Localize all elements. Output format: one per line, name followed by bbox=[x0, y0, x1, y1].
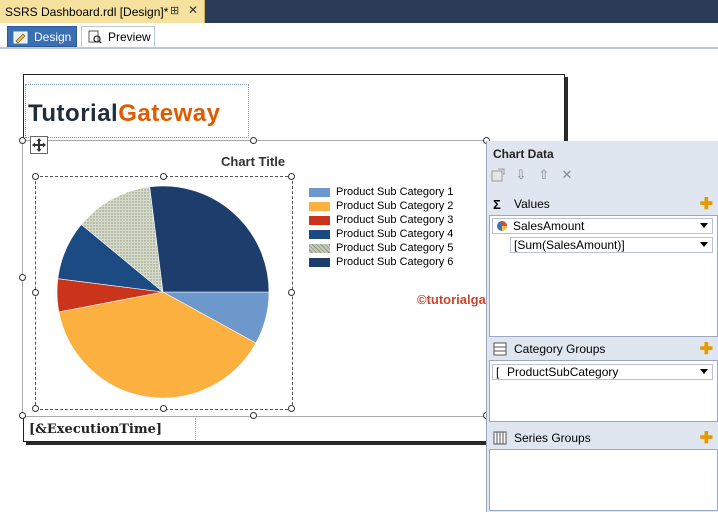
legend-swatch bbox=[309, 202, 330, 211]
legend-item[interactable]: Product Sub Category 5 bbox=[309, 241, 453, 255]
category-groups-label: Category Groups bbox=[514, 342, 606, 356]
category-groups-list: [ ProductSubCategory bbox=[489, 360, 718, 422]
tab-design-label: Design bbox=[34, 30, 72, 44]
chart-data-pane: Chart Data ⇩ ⇧ ✕ Σ Values ✚ SalesAmount … bbox=[486, 141, 718, 512]
series-groups-label: Series Groups bbox=[514, 431, 591, 445]
category-groups-header[interactable]: Category Groups ✚ bbox=[487, 338, 718, 360]
legend-label: Product Sub Category 1 bbox=[336, 186, 454, 198]
legend-swatch bbox=[309, 244, 330, 253]
values-field-text: SalesAmount bbox=[513, 219, 585, 233]
legend-item[interactable]: Product Sub Category 3 bbox=[309, 213, 453, 227]
chart-legend[interactable]: Product Sub Category 1 Product Sub Catego… bbox=[309, 185, 453, 269]
values-list: SalesAmount [Sum(SalesAmount)] bbox=[489, 215, 718, 337]
category-groups-icon bbox=[493, 342, 507, 356]
logo-text-gateway: Gateway bbox=[118, 100, 221, 127]
legend-label: Product Sub Category 5 bbox=[336, 242, 454, 254]
logo-text-tutorial: Tutorial bbox=[28, 100, 119, 127]
close-icon[interactable]: ✕ bbox=[188, 3, 198, 17]
move-down-icon[interactable]: ⇩ bbox=[514, 168, 528, 182]
tab-design[interactable]: Design bbox=[7, 26, 77, 47]
delete-icon[interactable]: ✕ bbox=[560, 168, 574, 182]
logo: TutorialGateway bbox=[28, 100, 220, 128]
plot-resize-handle[interactable] bbox=[288, 173, 295, 180]
category-group-dropdown[interactable]: [ ProductSubCategory bbox=[492, 364, 713, 380]
legend-label: Product Sub Category 6 bbox=[336, 256, 454, 268]
legend-label: Product Sub Category 2 bbox=[336, 200, 454, 212]
legend-swatch bbox=[309, 258, 330, 267]
pie-chart[interactable] bbox=[48, 180, 278, 410]
preview-icon bbox=[88, 30, 102, 44]
chart-resize-handle[interactable] bbox=[250, 137, 257, 144]
values-expression-text: [Sum(SalesAmount)] bbox=[514, 238, 625, 252]
legend-label: Product Sub Category 3 bbox=[336, 214, 454, 226]
plot-resize-handle[interactable] bbox=[32, 173, 39, 180]
document-tab[interactable]: SSRS Dashboard.rdl [Design]* ⊞ ✕ bbox=[0, 0, 205, 23]
document-tab-title: SSRS Dashboard.rdl [Design]* bbox=[5, 5, 169, 19]
chart-resize-handle[interactable] bbox=[19, 137, 26, 144]
legend-item[interactable]: Product Sub Category 2 bbox=[309, 199, 453, 213]
pie-series-icon bbox=[497, 221, 507, 231]
chart-data-toolbar: ⇩ ⇧ ✕ bbox=[487, 163, 718, 185]
legend-swatch bbox=[309, 188, 330, 197]
series-groups-icon bbox=[493, 431, 507, 445]
chevron-down-icon[interactable] bbox=[700, 242, 708, 247]
move-icon[interactable] bbox=[30, 136, 48, 154]
legend-swatch bbox=[309, 230, 330, 239]
add-category-group-icon[interactable]: ✚ bbox=[700, 339, 713, 359]
execution-time-field[interactable]: [&ExecutionTime] bbox=[29, 422, 162, 437]
add-series-group-icon[interactable]: ✚ bbox=[700, 428, 713, 448]
plot-resize-handle[interactable] bbox=[160, 173, 167, 180]
plot-resize-handle[interactable] bbox=[32, 289, 39, 296]
bracket-icon: [ bbox=[496, 365, 500, 379]
legend-item[interactable]: Product Sub Category 4 bbox=[309, 227, 453, 241]
plot-resize-handle[interactable] bbox=[288, 289, 295, 296]
legend-swatch bbox=[309, 216, 330, 225]
chart-title[interactable]: Chart Title bbox=[221, 154, 285, 169]
legend-label: Product Sub Category 4 bbox=[336, 228, 454, 240]
pie-slice[interactable] bbox=[149, 185, 270, 293]
chart-resize-handle[interactable] bbox=[250, 412, 257, 419]
pin-icon[interactable]: ⊞ bbox=[170, 4, 179, 17]
properties-icon[interactable] bbox=[491, 168, 505, 182]
series-groups-list bbox=[489, 449, 718, 511]
document-tab-strip: SSRS Dashboard.rdl [Design]* ⊞ ✕ bbox=[0, 0, 718, 23]
chart-data-pane-title: Chart Data bbox=[493, 147, 554, 161]
plot-resize-handle[interactable] bbox=[288, 405, 295, 412]
legend-item[interactable]: Product Sub Category 6 bbox=[309, 255, 453, 269]
chevron-down-icon[interactable] bbox=[700, 223, 708, 228]
add-value-icon[interactable]: ✚ bbox=[700, 194, 713, 214]
values-label: Values bbox=[514, 197, 550, 211]
design-icon bbox=[13, 31, 28, 44]
values-section-header[interactable]: Σ Values ✚ bbox=[487, 193, 718, 215]
values-field-dropdown[interactable]: SalesAmount bbox=[492, 218, 713, 234]
sigma-icon: Σ bbox=[493, 197, 501, 212]
tab-preview-label: Preview bbox=[108, 30, 151, 44]
move-up-icon[interactable]: ⇧ bbox=[537, 168, 551, 182]
values-expression-dropdown[interactable]: [Sum(SalesAmount)] bbox=[510, 237, 713, 253]
legend-item[interactable]: Product Sub Category 1 bbox=[309, 185, 453, 199]
category-group-text: ProductSubCategory bbox=[507, 365, 619, 379]
tab-preview[interactable]: Preview bbox=[81, 26, 155, 47]
plot-resize-handle[interactable] bbox=[32, 405, 39, 412]
chevron-down-icon[interactable] bbox=[700, 369, 708, 374]
chart-resize-handle[interactable] bbox=[19, 274, 26, 281]
series-groups-header[interactable]: Series Groups ✚ bbox=[487, 427, 718, 449]
